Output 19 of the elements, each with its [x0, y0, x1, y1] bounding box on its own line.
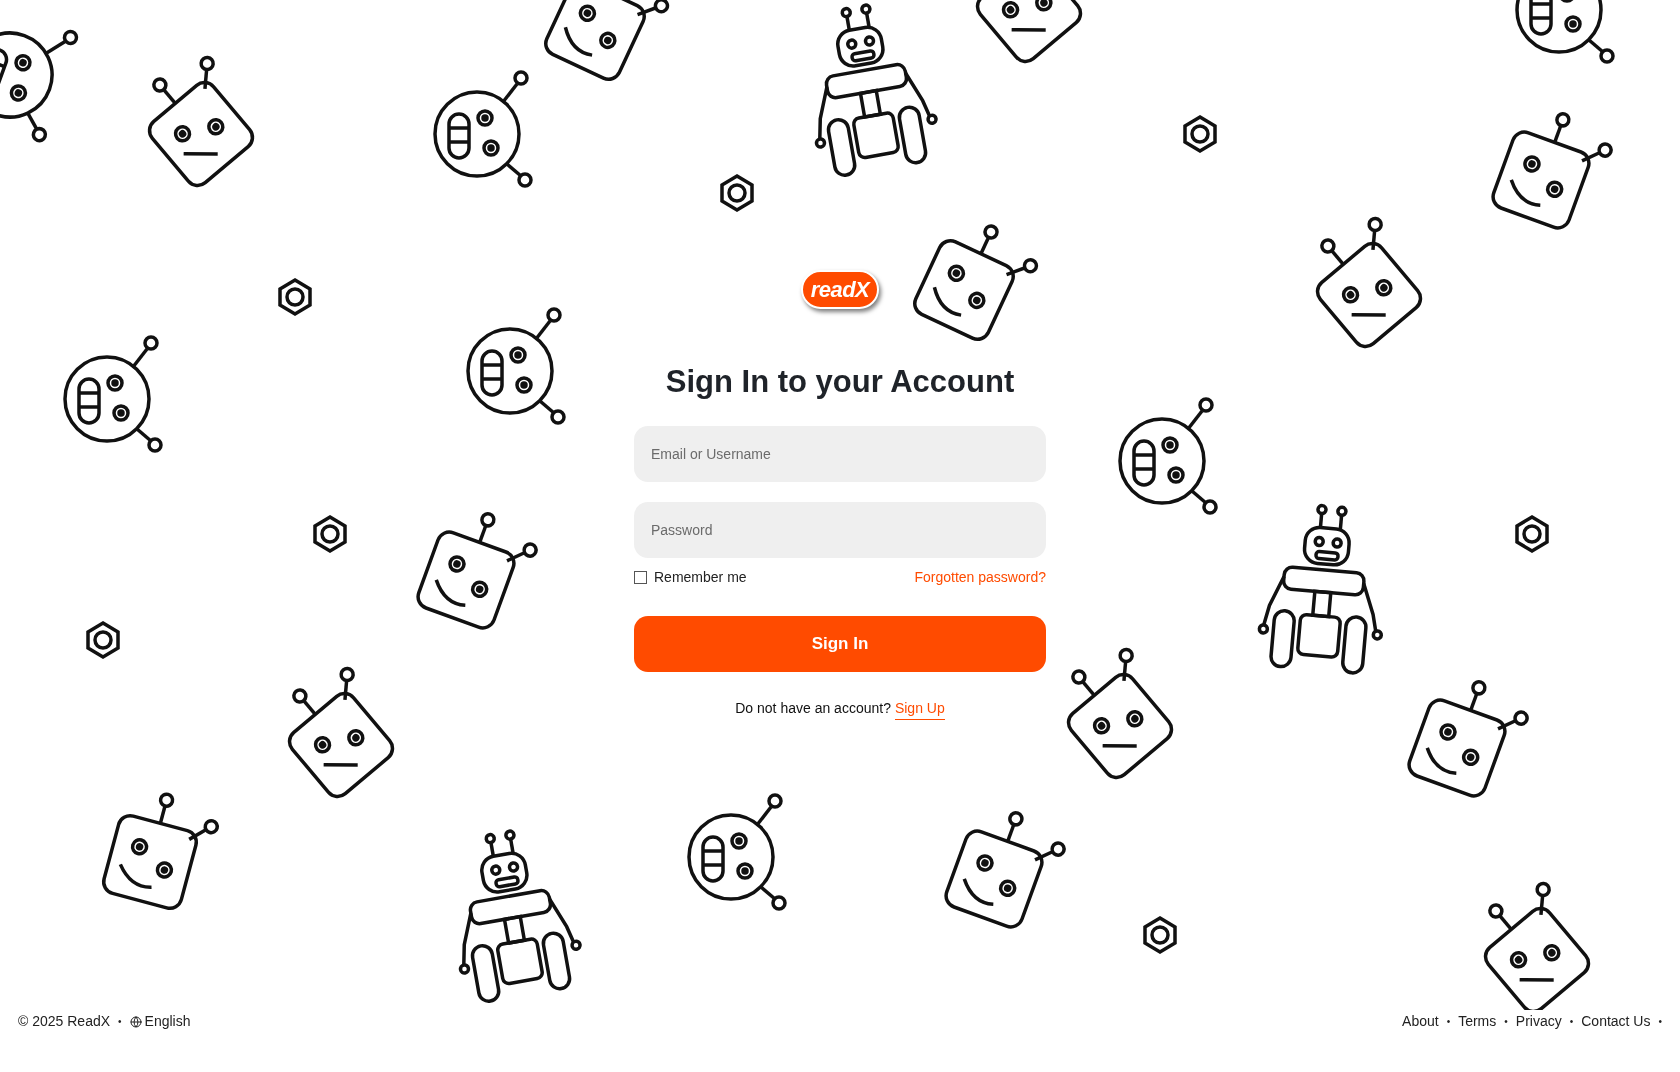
separator-dot: •	[1569, 1015, 1574, 1029]
copyright-text: © 2025 ReadX	[18, 1012, 111, 1031]
language-link[interactable]: English	[129, 1011, 191, 1032]
remember-label: Remember me	[654, 567, 747, 587]
globe-icon	[129, 1015, 142, 1028]
email-field[interactable]: Email or Username	[634, 425, 1046, 482]
password-field[interactable]: Password	[634, 501, 1046, 558]
separator-dot: •	[1446, 1015, 1451, 1029]
footer-link[interactable]: Terms	[1458, 1011, 1497, 1032]
remember-checkbox[interactable]	[634, 570, 647, 584]
separator-dot: •	[1504, 1015, 1508, 1029]
readx-logo: readX	[800, 270, 880, 309]
footer-link[interactable]: About	[1402, 1011, 1439, 1032]
footer-link[interactable]: Privacy	[1515, 1011, 1562, 1032]
separator-dot: •	[118, 1015, 122, 1029]
footer-link[interactable]: Contact Us	[1581, 1011, 1651, 1032]
page-title: Sign In to your Account	[665, 363, 1015, 401]
signup-prompt: Do not have an account?	[735, 699, 891, 718]
separator-dot: •	[1658, 1015, 1662, 1029]
